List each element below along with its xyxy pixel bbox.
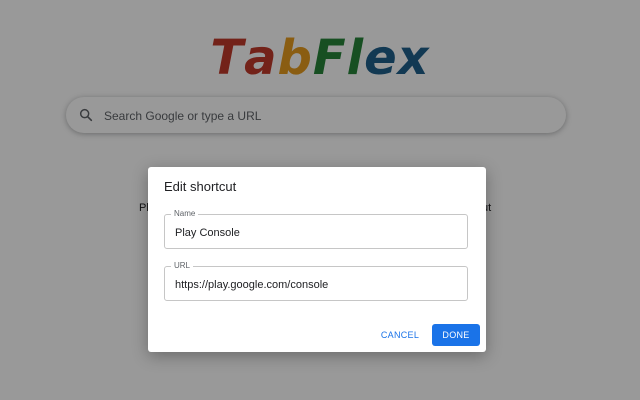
name-field[interactable]: Name: [164, 209, 468, 250]
done-button[interactable]: DONE: [432, 324, 480, 346]
edit-shortcut-dialog: Edit shortcut Name URL CANCEL DONE: [148, 167, 486, 352]
name-input[interactable]: [173, 215, 465, 250]
url-input[interactable]: [173, 267, 465, 302]
url-field[interactable]: URL: [164, 261, 468, 302]
cancel-button[interactable]: CANCEL: [378, 324, 422, 346]
dialog-title: Edit shortcut: [164, 179, 237, 194]
